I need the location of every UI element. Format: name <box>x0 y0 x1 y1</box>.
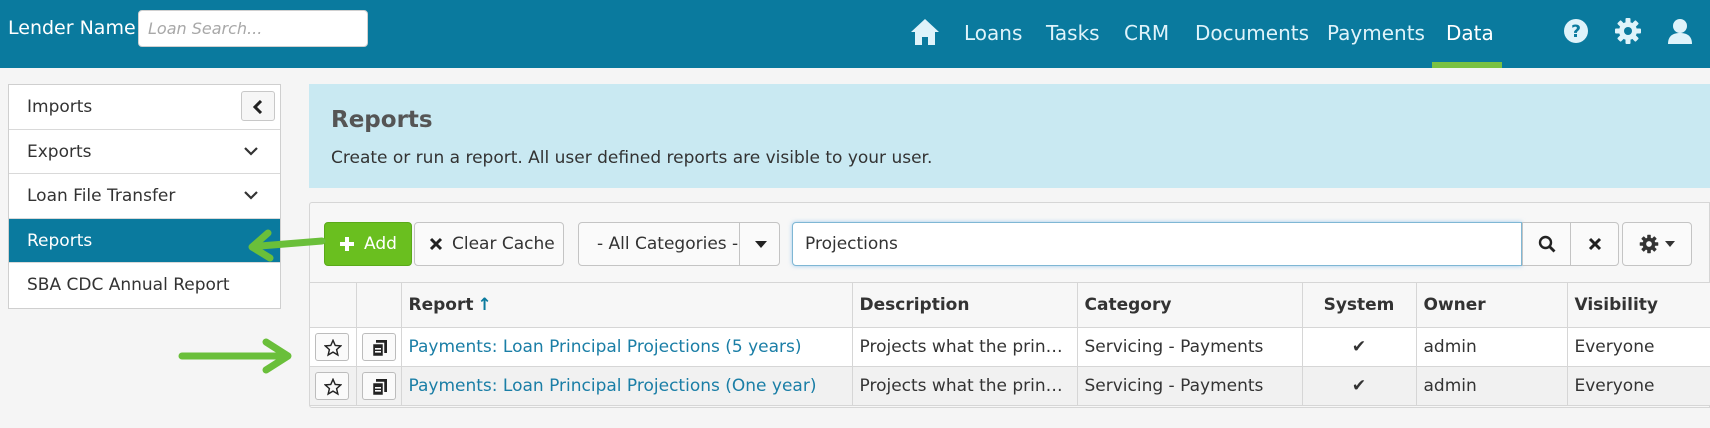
sidebar-item-loan-file-transfer[interactable]: Loan File Transfer <box>9 174 280 219</box>
gear-icon <box>1639 234 1659 254</box>
nav-loans[interactable]: Loans <box>964 21 1022 45</box>
owner-cell: admin <box>1416 327 1568 367</box>
copy-icon <box>371 378 387 396</box>
copy-report-button[interactable] <box>361 332 396 361</box>
copy-icon <box>371 339 387 357</box>
description-cell: Projects what the princip... <box>852 327 1078 367</box>
favorite-button[interactable] <box>315 371 349 400</box>
close-icon <box>1588 237 1601 251</box>
loan-search-input[interactable] <box>138 10 368 47</box>
nav-payments[interactable]: Payments <box>1327 21 1425 45</box>
favorite-cell <box>310 327 357 367</box>
select-divider <box>739 223 740 265</box>
nav-documents[interactable]: Documents <box>1195 21 1309 45</box>
user-icon[interactable] <box>1666 17 1694 45</box>
sidebar-item-label: Imports <box>27 97 93 117</box>
brand-name[interactable]: Lender Name <box>8 17 136 39</box>
help-icon[interactable]: ? <box>1562 17 1590 45</box>
copy-cell <box>356 366 402 406</box>
search-icon <box>1538 235 1555 253</box>
table-header-row: Report ↑ Description Category System Owne… <box>310 283 1710 328</box>
add-button-label: Add <box>364 234 397 254</box>
caret-down-icon <box>1665 241 1675 247</box>
favorite-column-header <box>310 283 357 328</box>
column-header-description[interactable]: Description <box>852 283 1078 328</box>
favorite-button[interactable] <box>315 332 349 361</box>
copy-cell <box>356 327 402 367</box>
system-cell: ✔ <box>1302 327 1417 367</box>
favorite-cell <box>310 366 357 406</box>
gear-icon[interactable] <box>1614 17 1642 45</box>
nav-data[interactable]: Data <box>1446 21 1494 45</box>
sidebar-item-sba-cdc-annual-report[interactable]: SBA CDC Annual Report <box>9 263 280 308</box>
table-row: Payments: Loan Principal Projections (On… <box>310 366 1710 406</box>
column-header-visibility[interactable]: Visibility <box>1567 283 1710 328</box>
visibility-cell: Everyone <box>1567 327 1710 367</box>
page-header-banner: Reports Create or run a report. All user… <box>309 84 1710 188</box>
reports-panel: Add Clear Cache - All Categories - Proje… <box>309 202 1710 408</box>
plus-icon <box>340 237 354 251</box>
nav-tasks[interactable]: Tasks <box>1046 21 1100 45</box>
annotation-arrow-rows <box>178 338 292 374</box>
home-icon[interactable] <box>910 18 940 46</box>
chevron-left-icon <box>253 100 263 114</box>
visibility-cell: Everyone <box>1567 366 1710 406</box>
settings-dropdown-button[interactable] <box>1622 222 1692 266</box>
sidebar-item-imports[interactable]: Imports <box>9 85 280 130</box>
add-report-button[interactable]: Add <box>324 222 412 266</box>
category-select-value: - All Categories - <box>597 234 739 254</box>
checkmark-icon: ✔ <box>1351 336 1367 357</box>
copy-column-header <box>356 283 402 328</box>
sidebar-item-reports[interactable]: Reports <box>9 218 280 263</box>
chevron-down-icon <box>244 146 258 156</box>
page-title: Reports <box>331 107 433 133</box>
top-navbar: Lender Name Loans Tasks CRM Documents Pa… <box>0 0 1710 68</box>
checkmark-icon: ✔ <box>1351 375 1367 396</box>
page-subtitle: Create or run a report. All user defined… <box>331 148 933 168</box>
clear-cache-button[interactable]: Clear Cache <box>414 222 564 266</box>
column-header-report[interactable]: Report ↑ <box>401 283 853 328</box>
sidebar-item-label: Reports <box>27 230 93 251</box>
reports-table: Report ↑ Description Category System Owne… <box>310 283 1710 406</box>
description-cell: Projects what the princip... <box>852 366 1078 406</box>
category-cell: Servicing - Payments <box>1077 366 1303 406</box>
caret-down-icon[interactable] <box>754 240 768 249</box>
star-icon <box>324 377 342 395</box>
report-search-input[interactable] <box>792 222 1522 266</box>
report-name-cell: Payments: Loan Principal Projections (5 … <box>401 327 853 367</box>
sidebar-item-label: Exports <box>27 141 92 162</box>
report-name-cell: Payments: Loan Principal Projections (On… <box>401 366 853 406</box>
sidebar-item-label: SBA CDC Annual Report <box>27 275 230 295</box>
chevron-down-icon <box>244 191 258 200</box>
copy-report-button[interactable] <box>361 371 396 400</box>
column-header-category[interactable]: Category <box>1077 283 1303 328</box>
svg-text:?: ? <box>1571 22 1581 42</box>
sidebar-item-exports[interactable]: Exports <box>9 130 280 174</box>
column-header-owner[interactable]: Owner <box>1416 283 1568 328</box>
report-link[interactable]: Payments: Loan Principal Projections (On… <box>409 376 817 396</box>
table-row: Payments: Loan Principal Projections (5 … <box>310 327 1710 367</box>
report-link[interactable]: Payments: Loan Principal Projections (5 … <box>409 337 802 357</box>
sidebar-item-label: Loan File Transfer <box>27 186 176 206</box>
active-nav-indicator <box>1432 62 1502 68</box>
category-select[interactable]: - All Categories - <box>578 222 780 266</box>
system-cell: ✔ <box>1302 366 1417 406</box>
star-icon <box>324 338 342 356</box>
clear-cache-label: Clear Cache <box>452 234 555 254</box>
category-cell: Servicing - Payments <box>1077 327 1303 367</box>
reports-toolbar: Add Clear Cache - All Categories - <box>310 203 1709 283</box>
collapse-sidebar-button[interactable] <box>241 91 275 121</box>
clear-search-button[interactable] <box>1570 222 1619 266</box>
sort-ascending-icon[interactable]: ↑ <box>477 295 491 315</box>
sidebar: Imports Exports Loan File Transfer Repor… <box>8 84 281 309</box>
column-header-system[interactable]: System <box>1302 283 1417 328</box>
close-icon <box>429 237 443 251</box>
search-button[interactable] <box>1522 222 1571 266</box>
nav-crm[interactable]: CRM <box>1124 21 1169 45</box>
owner-cell: admin <box>1416 366 1568 406</box>
